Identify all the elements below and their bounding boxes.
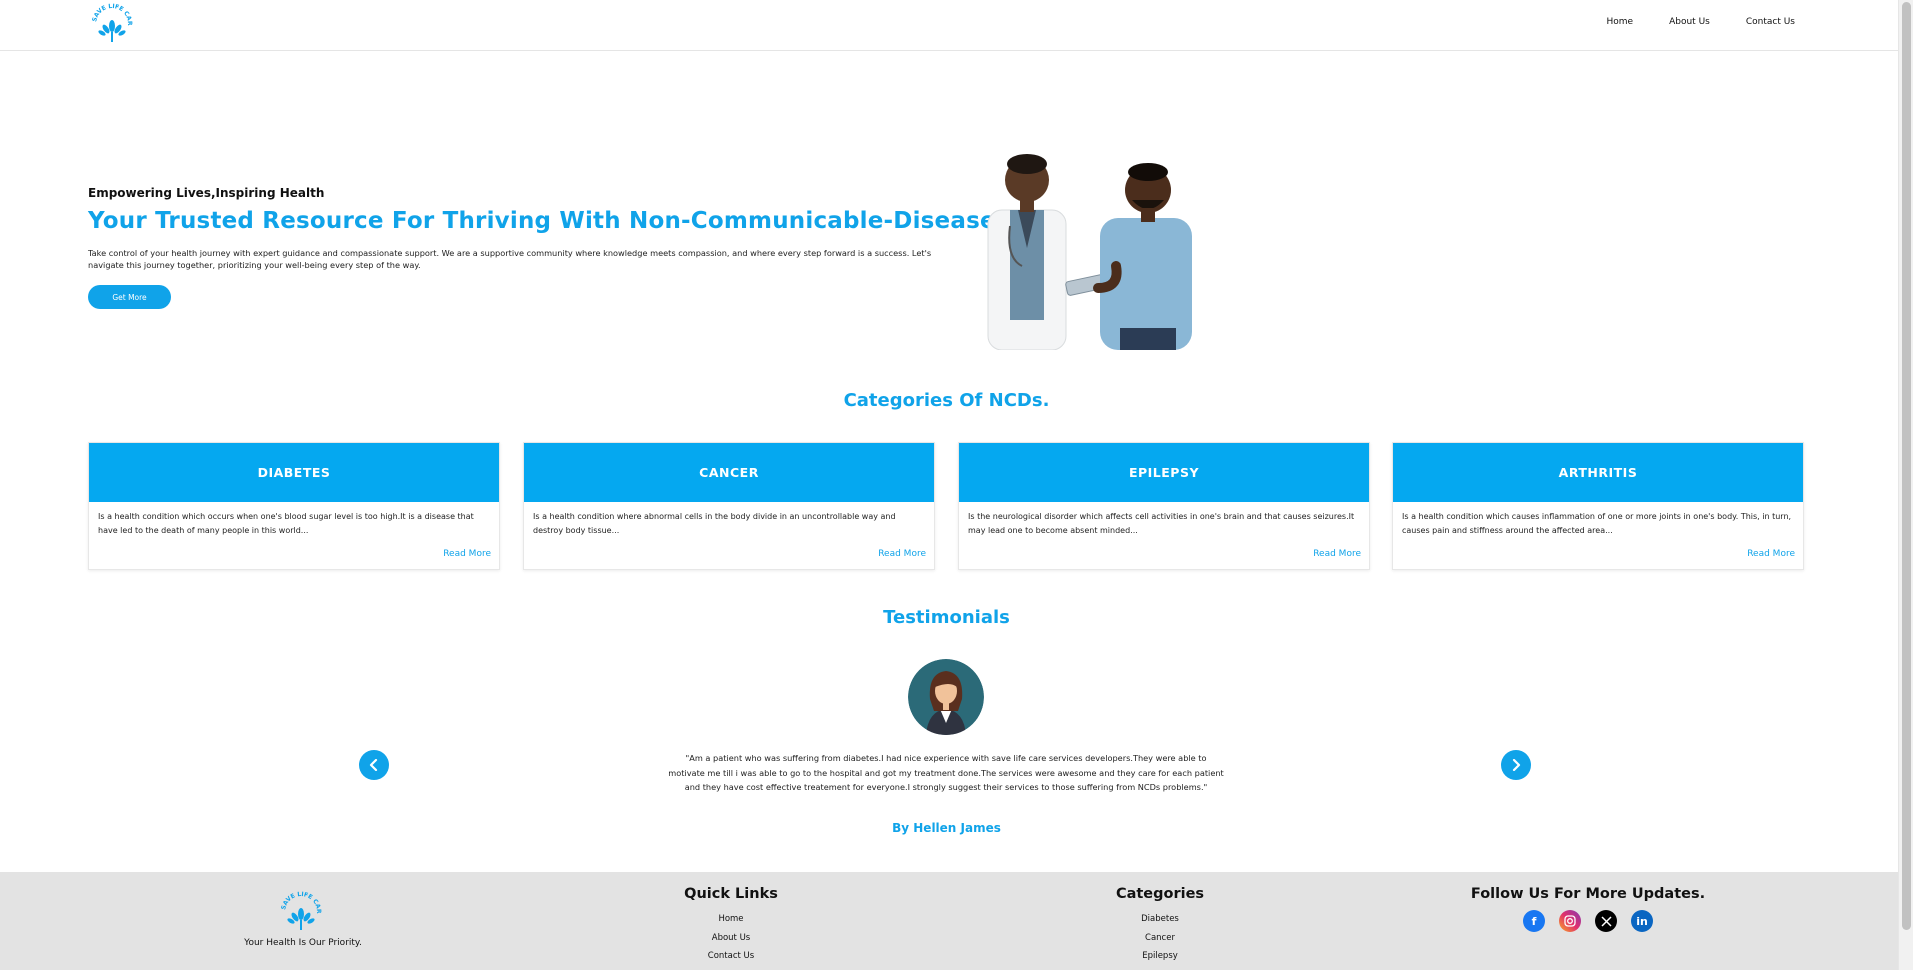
footer-link-home[interactable]: Home <box>631 910 831 929</box>
main-nav: Home About Us Contact Us <box>1607 17 1795 27</box>
linkedin-icon[interactable]: in <box>1631 910 1653 932</box>
hero-eyebrow: Empowering Lives,Inspiring Health <box>88 186 325 200</box>
scrollbar-thumb[interactable] <box>1902 2 1911 930</box>
hero-description: Take control of your health journey with… <box>88 248 932 270</box>
category-card-description: Is a health condition which occurs when … <box>98 512 474 535</box>
footer-follow-title: Follow Us For More Updates. <box>1470 886 1706 902</box>
hero-doctor-patient-image <box>970 148 1230 351</box>
footer-logo[interactable]: SAVE LIFE CARE <box>275 885 326 934</box>
footer-quick-links-title: Quick Links <box>684 886 778 902</box>
category-card-description: Is a health condition which causes infla… <box>1402 512 1792 535</box>
category-card-arthritis: ARTHRITIS Is a health condition which ca… <box>1392 442 1804 570</box>
get-more-button[interactable]: Get More <box>88 285 171 309</box>
footer-quick-links: Quick Links Home About Us Contact Us <box>631 886 831 966</box>
social-links: f in <box>1438 910 1738 932</box>
footer-tagline: Your Health Is Our Priority. <box>244 938 362 948</box>
site-logo[interactable]: SAVE LIFE CARE <box>86 0 136 46</box>
x-twitter-icon[interactable] <box>1595 910 1617 932</box>
category-card-description: Is the neurological disorder which affec… <box>968 512 1355 535</box>
nav-about-us[interactable]: About Us <box>1669 17 1710 27</box>
footer-link-epilepsy[interactable]: Epilepsy <box>1060 947 1260 966</box>
read-more-link[interactable]: Read More <box>443 549 491 559</box>
hero-title: Your Trusted Resource For Thriving With … <box>88 208 1019 234</box>
site-footer: SAVE LIFE CARE Your Health Is Our Priori… <box>0 872 1898 970</box>
category-card-diabetes: DIABETES Is a health condition which occ… <box>88 442 500 570</box>
footer-follow: Follow Us For More Updates. f in <box>1438 886 1738 932</box>
testimonial-next-button[interactable] <box>1501 750 1531 780</box>
testimonial-author: By Hellen James <box>892 821 1001 835</box>
category-card-title: DIABETES <box>89 443 499 502</box>
categories-title: Categories Of NCDs. <box>843 390 1050 411</box>
chevron-left-icon <box>369 759 378 771</box>
page-scrollbar[interactable] <box>1898 0 1913 970</box>
testimonial-quote: "Am a patient who was suffering from dia… <box>668 753 1224 792</box>
testimonial-prev-button[interactable] <box>359 750 389 780</box>
nav-home[interactable]: Home <box>1607 17 1634 27</box>
footer-link-cancer[interactable]: Cancer <box>1060 929 1260 948</box>
instagram-icon[interactable] <box>1559 910 1581 932</box>
footer-link-contact-us[interactable]: Contact Us <box>631 947 831 966</box>
read-more-link[interactable]: Read More <box>878 549 926 559</box>
category-card-title: CANCER <box>524 443 934 502</box>
testimonial-avatar <box>908 659 984 735</box>
nav-contact-us[interactable]: Contact Us <box>1746 17 1795 27</box>
site-header: SAVE LIFE CARE Home About Us Contact Us <box>0 0 1898 51</box>
category-card-title: ARTHRITIS <box>1393 443 1803 502</box>
chevron-right-icon <box>1512 759 1521 771</box>
footer-categories: Categories Diabetes Cancer Epilepsy <box>1060 886 1260 966</box>
footer-link-diabetes[interactable]: Diabetes <box>1060 910 1260 929</box>
category-card-epilepsy: EPILEPSY Is the neurological disorder wh… <box>958 442 1370 570</box>
read-more-link[interactable]: Read More <box>1747 549 1795 559</box>
footer-categories-title: Categories <box>1115 886 1205 902</box>
category-card-title: EPILEPSY <box>959 443 1369 502</box>
category-card-cancer: CANCER Is a health condition where abnor… <box>523 442 935 570</box>
facebook-icon[interactable]: f <box>1523 910 1545 932</box>
footer-link-about-us[interactable]: About Us <box>631 929 831 948</box>
read-more-link[interactable]: Read More <box>1313 549 1361 559</box>
category-card-description: Is a health condition where abnormal cel… <box>533 512 896 535</box>
testimonials-title: Testimonials <box>883 607 1010 628</box>
